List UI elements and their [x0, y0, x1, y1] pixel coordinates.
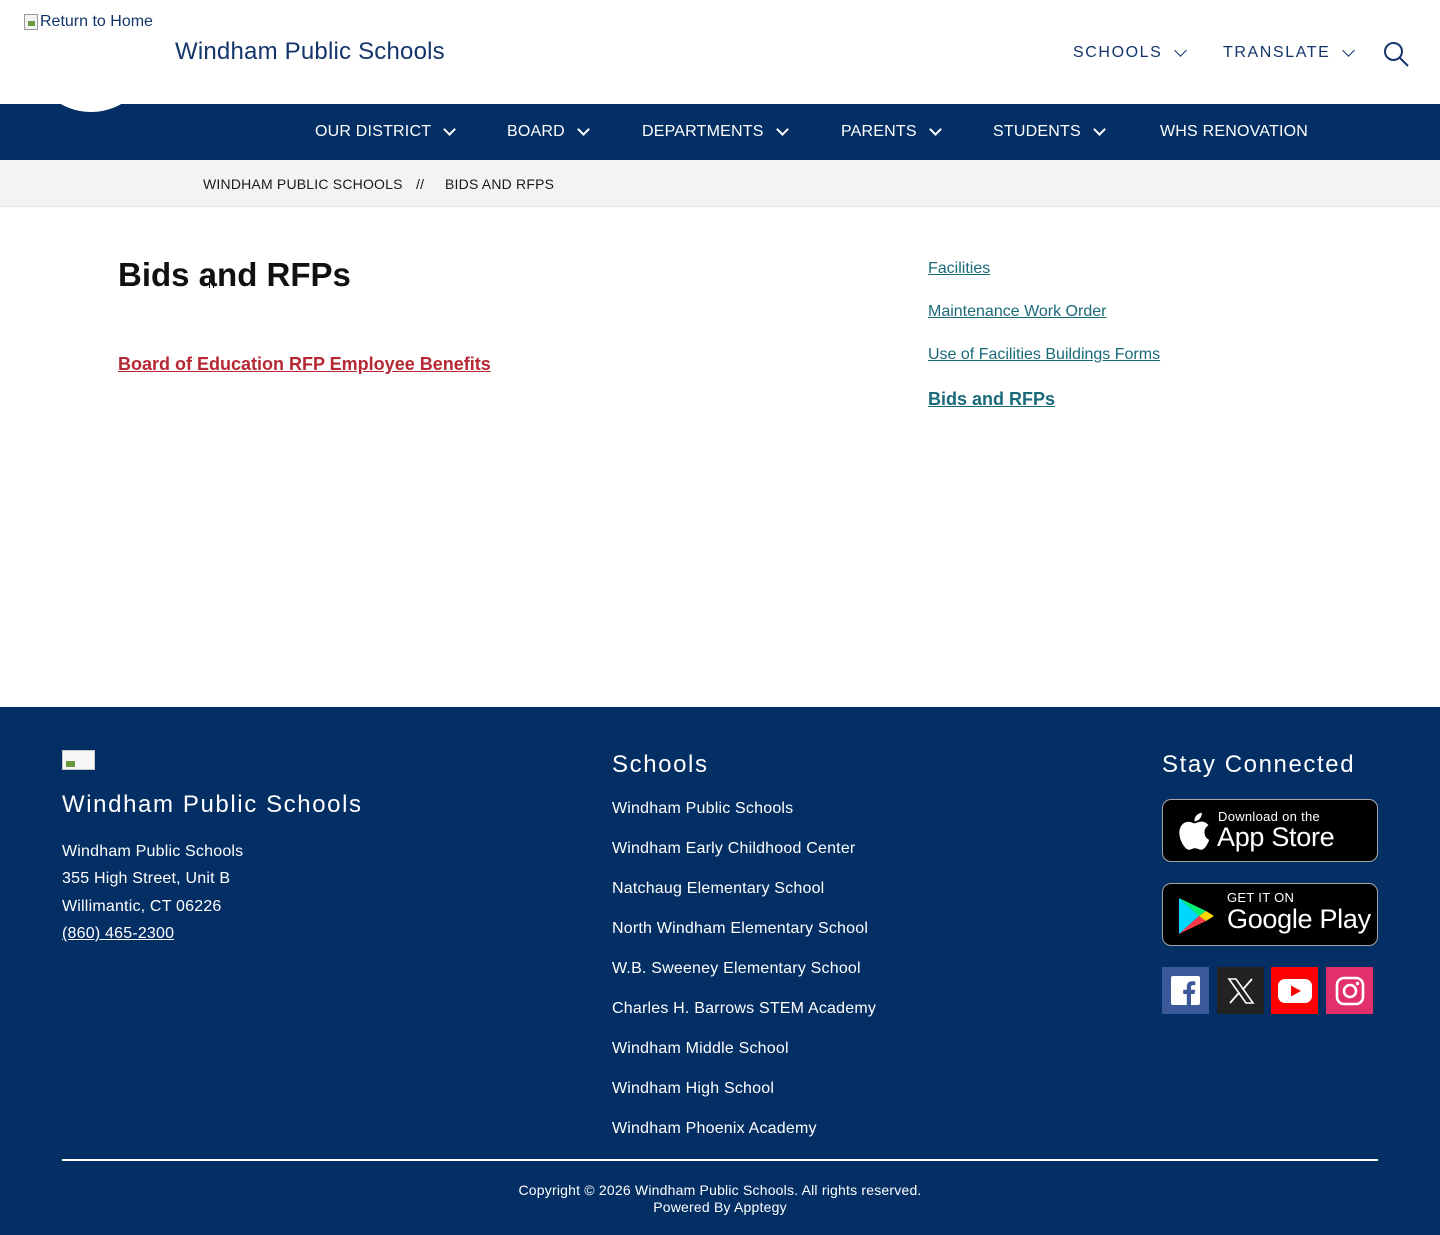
footer-school-link[interactable]: W.B. Sweeney Elementary School — [612, 960, 861, 978]
app-store-big-text: App Store — [1217, 822, 1335, 852]
breadcrumb-current: BIDS AND RFPS — [445, 176, 555, 192]
google-play-badge[interactable]: GET IT ON Google Play — [1162, 883, 1378, 946]
x-icon — [1226, 977, 1255, 1004]
footer-address-name: Windham Public Schools — [62, 843, 244, 860]
google-play-icon — [1179, 898, 1214, 934]
nav-item-whs-renovation[interactable]: WHS RENOVATION — [1160, 123, 1308, 141]
breadcrumb: WINDHAM PUBLIC SCHOOLS // BIDS AND RFPS — [0, 160, 1440, 207]
google-play-big-text: Google Play — [1227, 904, 1371, 934]
return-home-alt-text: Return to Home — [40, 13, 153, 30]
chevron-down-icon — [1174, 44, 1188, 57]
nav-item-our-district[interactable]: OUR DISTRICT — [315, 123, 457, 141]
footer-school-link[interactable]: Windham Public Schools — [612, 800, 793, 818]
footer-school-link[interactable]: Windham Middle School — [612, 1040, 789, 1058]
footer-phone-link[interactable]: (860) 465-2300 — [62, 925, 174, 943]
broken-image-icon — [24, 14, 38, 30]
powered-by-link[interactable]: Powered By Apptegy — [0, 1199, 1440, 1215]
schools-dropdown-label: SCHOOLS — [1073, 44, 1163, 61]
text-cursor-icon — [209, 278, 214, 288]
nav-item-parents[interactable]: PARENTS — [841, 123, 942, 141]
site-title[interactable]: Windham Public Schools — [175, 38, 445, 66]
footer-school-link[interactable]: Natchaug Elementary School — [612, 880, 824, 898]
nav-item-board[interactable]: BOARD — [507, 123, 590, 141]
chevron-down-icon — [1342, 44, 1356, 57]
nav-item-label: PARENTS — [841, 123, 917, 140]
breadcrumb-home-link[interactable]: WINDHAM PUBLIC SCHOOLS — [203, 176, 403, 192]
app-store-badge[interactable]: Download on the App Store — [1162, 799, 1378, 862]
nav-item-label: OUR DISTRICT — [315, 123, 432, 140]
footer-school-link[interactable]: Windham Early Childhood Center — [612, 840, 855, 858]
x-twitter-link[interactable] — [1217, 967, 1264, 1014]
youtube-link[interactable] — [1271, 967, 1318, 1014]
breadcrumb-separator: // — [416, 176, 425, 192]
schools-dropdown[interactable]: SCHOOLS — [1073, 44, 1188, 62]
copyright-text: Copyright © 2026 Windham Public Schools.… — [518, 1182, 922, 1198]
chevron-down-icon[interactable] — [775, 123, 789, 136]
footer-school-link[interactable]: Windham High School — [612, 1080, 774, 1098]
nav-item-departments[interactable]: DEPARTMENTS — [642, 123, 789, 141]
chevron-down-icon[interactable] — [1092, 123, 1106, 136]
footer-schools-heading: Schools — [612, 751, 709, 778]
chevron-down-icon[interactable] — [928, 123, 942, 136]
footer-title: Windham Public Schools — [62, 791, 363, 818]
site-footer: Windham Public Schools Windham Public Sc… — [0, 707, 1440, 1235]
footer-logo-image — [62, 750, 95, 770]
sidebar-link-bids-and-rfps[interactable]: Bids and RFPs — [928, 389, 1055, 410]
return-home-link[interactable]: Return to Home — [24, 13, 153, 31]
nav-item-label: BOARD — [507, 123, 565, 140]
rfp-document-link[interactable]: Board of Education RFP Employee Benefits — [118, 354, 491, 375]
nav-item-students[interactable]: STUDENTS — [993, 123, 1106, 141]
facebook-icon — [1171, 976, 1200, 1005]
translate-dropdown[interactable]: TRANSLATE — [1223, 44, 1356, 62]
translate-dropdown-label: TRANSLATE — [1223, 44, 1331, 61]
page-title: Bids and RFPs — [118, 256, 351, 293]
youtube-icon — [1277, 978, 1312, 1003]
instagram-link[interactable] — [1326, 967, 1373, 1014]
chevron-down-icon[interactable] — [443, 123, 457, 136]
logo-badge — [30, 40, 152, 112]
main-nav: OUR DISTRICT BOARD DEPARTMENTS PARENTS S… — [0, 104, 1440, 160]
apple-icon — [1179, 812, 1210, 850]
chevron-down-icon[interactable] — [577, 123, 590, 136]
google-play-small-text: GET IT ON — [1227, 890, 1295, 905]
footer-divider — [62, 1159, 1378, 1161]
footer-school-link[interactable]: Charles H. Barrows STEM Academy — [612, 1000, 876, 1018]
sidebar-link-maintenance-work-order[interactable]: Maintenance Work Order — [928, 303, 1106, 321]
sidebar-link-use-of-facilities[interactable]: Use of Facilities Buildings Forms — [928, 346, 1160, 364]
footer-address-city: Willimantic, CT 06226 — [62, 898, 222, 915]
footer-connected-heading: Stay Connected — [1162, 751, 1356, 778]
nav-item-label: DEPARTMENTS — [642, 123, 764, 140]
footer-address-street: 355 High Street, Unit B — [62, 870, 231, 887]
search-icon[interactable] — [1383, 41, 1409, 67]
sidebar-link-facilities[interactable]: Facilities — [928, 260, 990, 278]
instagram-icon — [1335, 976, 1364, 1005]
footer-school-link[interactable]: Windham Phoenix Academy — [612, 1120, 817, 1138]
site-header: Return to Home Windham Public Schools SC… — [0, 0, 1440, 112]
nav-item-label: STUDENTS — [993, 123, 1081, 140]
facebook-link[interactable] — [1162, 967, 1209, 1014]
nav-item-label: WHS RENOVATION — [1160, 123, 1308, 140]
footer-school-link[interactable]: North Windham Elementary School — [612, 920, 868, 938]
